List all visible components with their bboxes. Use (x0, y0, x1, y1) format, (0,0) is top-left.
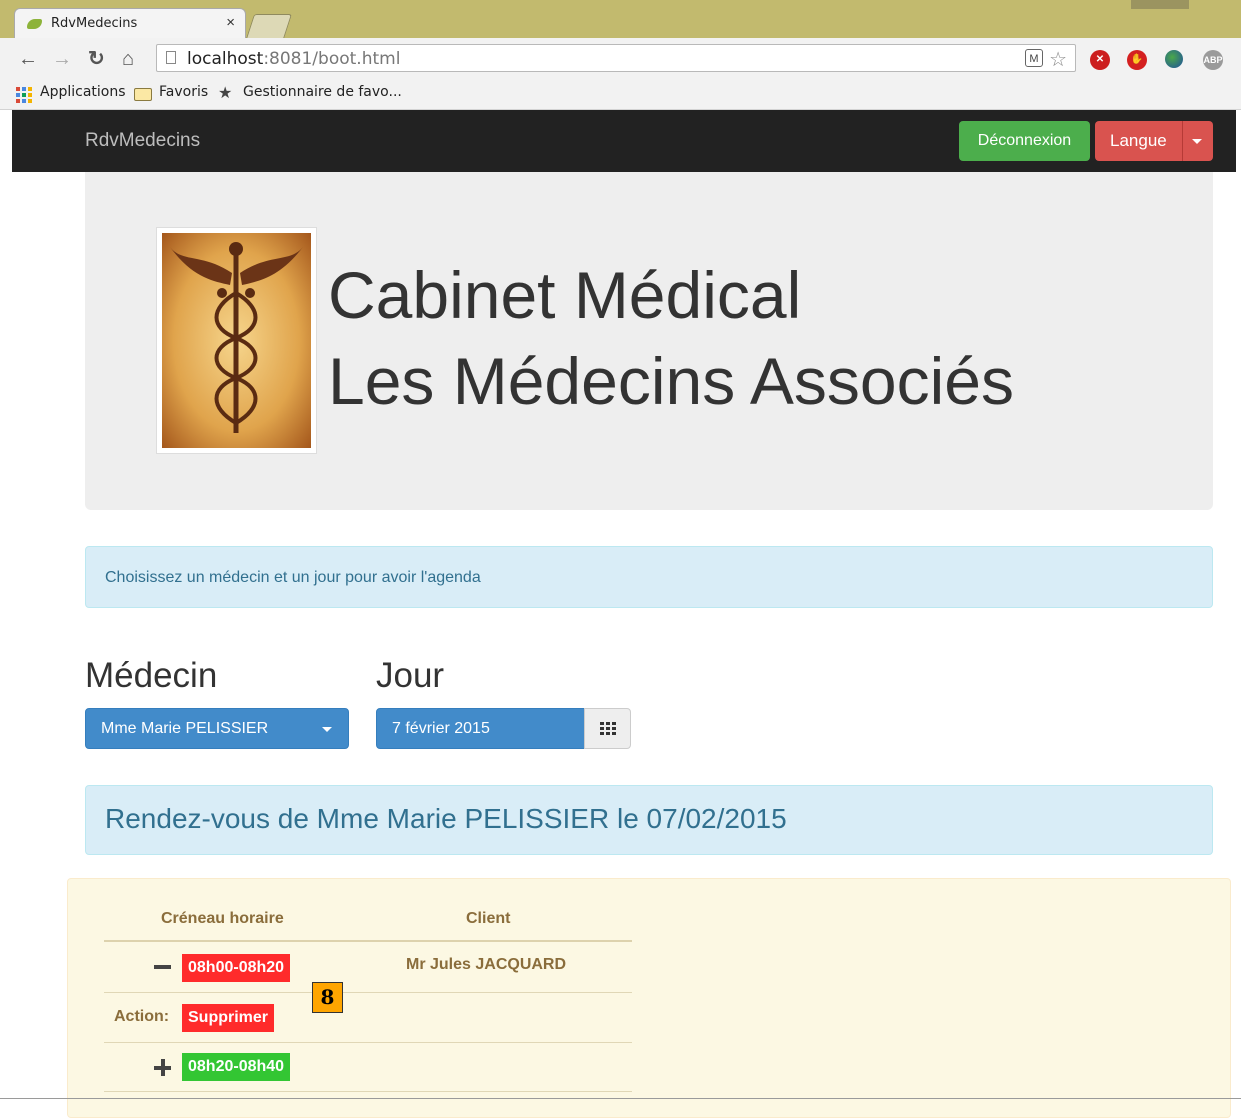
step-marker: 8 (312, 982, 343, 1013)
reload-icon[interactable]: ↻ (88, 46, 105, 72)
url-text: localhost:8081/boot.html (187, 49, 401, 69)
forward-arrow-icon[interactable]: → (52, 46, 72, 72)
bookmark-star-icon[interactable]: ☆ (1049, 47, 1067, 72)
client-name: Mr Jules JACQUARD (406, 956, 567, 973)
caduceus-logo (157, 228, 316, 453)
slot-badge-booked[interactable]: 08h00-08h20 (182, 954, 291, 982)
delete-button[interactable]: Supprimer (182, 1004, 275, 1032)
collapse-minus-icon[interactable] (154, 965, 171, 969)
caduceus-icon (162, 233, 311, 448)
back-arrow-icon[interactable]: ← (18, 46, 38, 72)
caret-down-icon[interactable] (1192, 139, 1202, 144)
tab-title: RdvMedecins (51, 16, 138, 31)
day-input[interactable]: 7 février 2015 (376, 708, 585, 749)
info-alert: Choisissez un médecin et un jour pour av… (85, 546, 1213, 608)
globe-icon[interactable] (1165, 50, 1183, 68)
clinic-title: Cabinet Médical Les Médecins Associés (328, 252, 1014, 424)
expand-plus-icon[interactable] (154, 1059, 171, 1076)
browser-titlebar: RdvMedecins × (0, 0, 1241, 39)
row-divider (104, 1091, 632, 1092)
bookmark-favoris[interactable]: Favoris (159, 84, 208, 100)
action-label: Action: (114, 1008, 170, 1025)
window-edge (1131, 0, 1189, 9)
logout-button[interactable]: Déconnexion (959, 121, 1090, 161)
column-header-client: Client (466, 910, 511, 927)
new-tab-button[interactable] (245, 14, 293, 39)
home-icon[interactable]: ⌂ (122, 46, 134, 72)
day-input-value: 7 février 2015 (392, 720, 490, 737)
doctor-label: Médecin (85, 656, 218, 695)
row-divider (104, 1042, 632, 1043)
info-message: Choisissez un médecin et un jour pour av… (105, 569, 481, 586)
row-divider (104, 992, 632, 993)
split-divider (1182, 121, 1183, 161)
slot-badge-free[interactable]: 08h20-08h40 (182, 1053, 291, 1081)
screenshot-bottom-border (0, 1098, 1241, 1099)
apps-grid-icon[interactable] (16, 87, 32, 103)
folder-icon (134, 88, 152, 101)
clinic-title-line1: Cabinet Médical (328, 258, 802, 332)
day-label: Jour (376, 656, 445, 695)
bookmark-manager[interactable]: Gestionnaire de favo... (243, 84, 402, 100)
bookmark-applications[interactable]: Applications (40, 84, 126, 100)
doctor-select-value: Mme Marie PELISSIER (101, 720, 269, 737)
page-icon (166, 51, 176, 64)
header-divider (104, 940, 632, 942)
stop-icon[interactable]: ✋ (1127, 50, 1147, 70)
navbar-brand[interactable]: RdvMedecins (85, 130, 200, 152)
jumbotron: Cabinet Médical Les Médecins Associés (85, 172, 1213, 510)
agenda-heading: Rendez-vous de Mme Marie PELISSIER le 07… (85, 785, 1213, 855)
doctor-select[interactable]: Mme Marie PELISSIER (85, 708, 349, 749)
leaf-favicon-icon (27, 19, 42, 29)
close-tab-icon[interactable]: × (226, 14, 235, 31)
app-navbar: RdvMedecins Déconnexion Langue (12, 110, 1236, 172)
clinic-title-line2: Les Médecins Associés (328, 344, 1015, 418)
abp-icon[interactable]: ABP (1203, 50, 1223, 70)
language-dropdown-button[interactable]: Langue (1095, 121, 1213, 161)
calendar-button[interactable] (584, 708, 631, 749)
star-icon: ★ (218, 85, 233, 102)
caret-down-icon (322, 727, 332, 732)
address-bar[interactable]: localhost:8081/boot.html M ☆ (156, 44, 1076, 72)
agenda-title: Rendez-vous de Mme Marie PELISSIER le 07… (105, 803, 787, 834)
browser-toolbar: ← → ↻ ⌂ localhost:8081/boot.html M ☆ ✕ ✋… (0, 38, 1241, 80)
mail-extension-icon[interactable]: M (1025, 49, 1043, 67)
language-label: Langue (1110, 131, 1167, 150)
bookmarks-bar: Applications Favoris ★ Gestionnaire de f… (0, 80, 1241, 110)
browser-tab[interactable]: RdvMedecins × (14, 8, 246, 38)
column-header-slot: Créneau horaire (161, 910, 284, 927)
adblock-red-icon[interactable]: ✕ (1090, 50, 1110, 70)
calendar-icon (600, 722, 616, 736)
